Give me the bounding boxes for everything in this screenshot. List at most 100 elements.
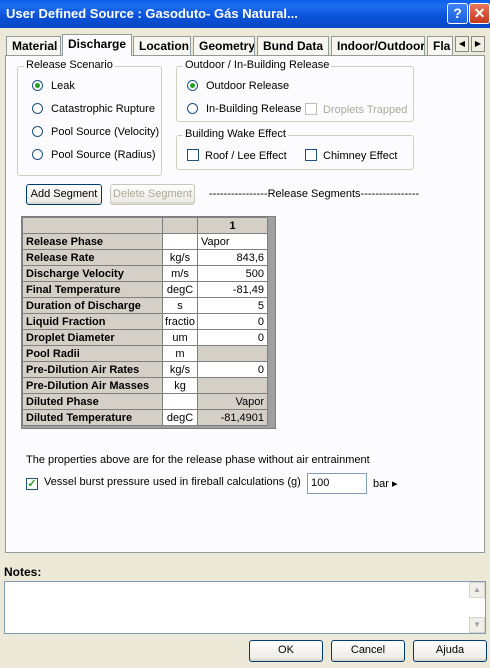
chimney-effect-label: Chimney Effect [323, 150, 398, 162]
window-title: User Defined Source : Gasoduto- Gás Natu… [6, 6, 298, 21]
row-unit: degC [162, 409, 198, 426]
row-value[interactable]: 0 [197, 313, 268, 330]
row-unit: m [162, 345, 198, 362]
outdoor-release-radio[interactable]: Outdoor Release [187, 80, 289, 92]
row-unit [162, 233, 198, 250]
ok-button[interactable]: OK [249, 640, 323, 662]
row-label: Pre-Dilution Air Masses [22, 377, 163, 394]
title-bar: User Defined Source : Gasoduto- Gás Natu… [0, 0, 490, 28]
scroll-down-icon[interactable]: ▼ [469, 617, 485, 633]
release-scenario-title: Release Scenario [24, 59, 115, 71]
in-building-release-radio[interactable]: In-Building Release [187, 103, 301, 115]
table-row: Release Rate kg/s 843,6 [22, 249, 268, 266]
row-unit: degC [162, 281, 198, 298]
radio-selected-icon [32, 80, 43, 91]
close-button[interactable]: ✕ [469, 3, 490, 24]
droplets-trapped-checkbox[interactable]: Droplets Trapped [305, 103, 407, 116]
tab-geometry[interactable]: Geometry [193, 36, 255, 55]
table-row: Liquid Fraction fractio 0 [22, 313, 268, 330]
row-value[interactable] [197, 377, 268, 394]
row-unit [162, 393, 198, 410]
release-segments-grid: 1 Release Phase Vapor Release Rate kg/s 843,… [21, 216, 276, 429]
scroll-up-icon[interactable]: ▲ [469, 582, 485, 598]
row-label: Duration of Discharge [22, 297, 163, 314]
radio-selected-icon [187, 80, 198, 91]
catastrophic-rupture-radio[interactable]: Catastrophic Rupture [32, 103, 155, 115]
checkbox-icon [305, 149, 317, 161]
discharge-panel: Release Scenario Leak Catastrophic Ruptu… [5, 55, 485, 553]
row-unit: um [162, 329, 198, 346]
catastrophic-rupture-label: Catastrophic Rupture [51, 103, 155, 115]
table-row: Pool Radii m [22, 345, 268, 362]
row-value[interactable]: 500 [197, 265, 268, 282]
row-label: Pre-Dilution Air Rates [22, 361, 163, 378]
row-label: Diluted Phase [22, 393, 163, 410]
notes-label: Notes: [4, 565, 42, 579]
row-value[interactable]: Vapor [197, 233, 268, 250]
table-row: Duration of Discharge s 5 [22, 297, 268, 314]
tab-flammable[interactable]: Fla [427, 36, 453, 55]
checkbox-checked-icon: ✓ [26, 478, 38, 490]
row-label: Final Temperature [22, 281, 163, 298]
notes-textarea[interactable]: ▲ ▼ [4, 581, 486, 634]
roof-lee-effect-checkbox[interactable]: Roof / Lee Effect [187, 149, 287, 162]
row-label: Discharge Velocity [22, 265, 163, 282]
row-label: Release Phase [22, 233, 163, 250]
table-row: Discharge Velocity m/s 500 [22, 265, 268, 282]
vessel-burst-label: Vessel burst pressure used in fireball c… [44, 476, 301, 488]
grid-corner [22, 217, 163, 234]
grid-unit-header [162, 217, 198, 234]
row-value[interactable]: 0 [197, 329, 268, 346]
row-value[interactable]: -81,49 [197, 281, 268, 298]
row-value[interactable]: -81,4901 [197, 409, 268, 426]
add-segment-button[interactable]: Add Segment [26, 184, 102, 205]
table-row: Release Phase Vapor [22, 233, 268, 250]
table-row: Pre-Dilution Air Masses kg [22, 377, 268, 394]
row-value[interactable] [197, 345, 268, 362]
release-segments-caption: ----------------Release Segments--------… [209, 188, 420, 200]
vessel-burst-checkbox[interactable]: ✓ Vessel burst pressure used in fireball … [26, 476, 301, 490]
tab-discharge[interactable]: Discharge [62, 34, 132, 56]
table-row: Diluted Temperature degC -81,4901 [22, 409, 268, 426]
table-row: Droplet Diameter um 0 [22, 329, 268, 346]
cancel-button[interactable]: Cancel [331, 640, 405, 662]
info-text: The properties above are for the release… [26, 454, 370, 466]
outdoor-release-label: Outdoor Release [206, 80, 290, 92]
tab-material[interactable]: Material [6, 36, 61, 55]
pool-radius-label: Pool Source (Radius) [51, 149, 156, 161]
row-value[interactable]: 843,6 [197, 249, 268, 266]
radio-icon [32, 103, 43, 114]
chimney-effect-checkbox[interactable]: Chimney Effect [305, 149, 397, 162]
help-title-button[interactable]: ? [447, 3, 468, 24]
delete-segment-button[interactable]: Delete Segment [110, 184, 195, 205]
pool-velocity-radio[interactable]: Pool Source (Velocity) [32, 126, 159, 138]
tab-indoor-outdoor[interactable]: Indoor/Outdoor [331, 36, 425, 55]
row-unit: kg/s [162, 361, 198, 378]
grid-column-header[interactable]: 1 [197, 217, 268, 234]
table-row: Pre-Dilution Air Rates kg/s 0 [22, 361, 268, 378]
vessel-burst-unit[interactable]: bar ▸ [373, 477, 397, 490]
pool-radius-radio[interactable]: Pool Source (Radius) [32, 149, 156, 161]
row-unit: fractio [162, 313, 198, 330]
row-unit: kg [162, 377, 198, 394]
pool-velocity-label: Pool Source (Velocity) [51, 126, 160, 138]
radio-icon [32, 149, 43, 160]
table-row: Final Temperature degC -81,49 [22, 281, 268, 298]
tab-location[interactable]: Location [133, 36, 191, 55]
leak-radio[interactable]: Leak [32, 80, 75, 92]
help-button[interactable]: Ajuda [413, 640, 487, 662]
vessel-burst-pressure-input[interactable]: 100 [307, 473, 367, 494]
row-label: Liquid Fraction [22, 313, 163, 330]
row-label: Release Rate [22, 249, 163, 266]
row-unit: m/s [162, 265, 198, 282]
checkbox-icon [305, 103, 317, 115]
row-value[interactable]: Vapor [197, 393, 268, 410]
outdoor-release-group: Outdoor / In-Building Release Outdoor Re… [176, 59, 414, 122]
tab-scroll-left-icon[interactable]: ◀ [455, 36, 469, 52]
checkbox-icon [187, 149, 199, 161]
wake-effect-title: Building Wake Effect [183, 128, 288, 140]
row-value[interactable]: 0 [197, 361, 268, 378]
tab-scroll-right-icon[interactable]: ▶ [471, 36, 485, 52]
row-value[interactable]: 5 [197, 297, 268, 314]
tab-bund-data[interactable]: Bund Data [257, 36, 329, 55]
